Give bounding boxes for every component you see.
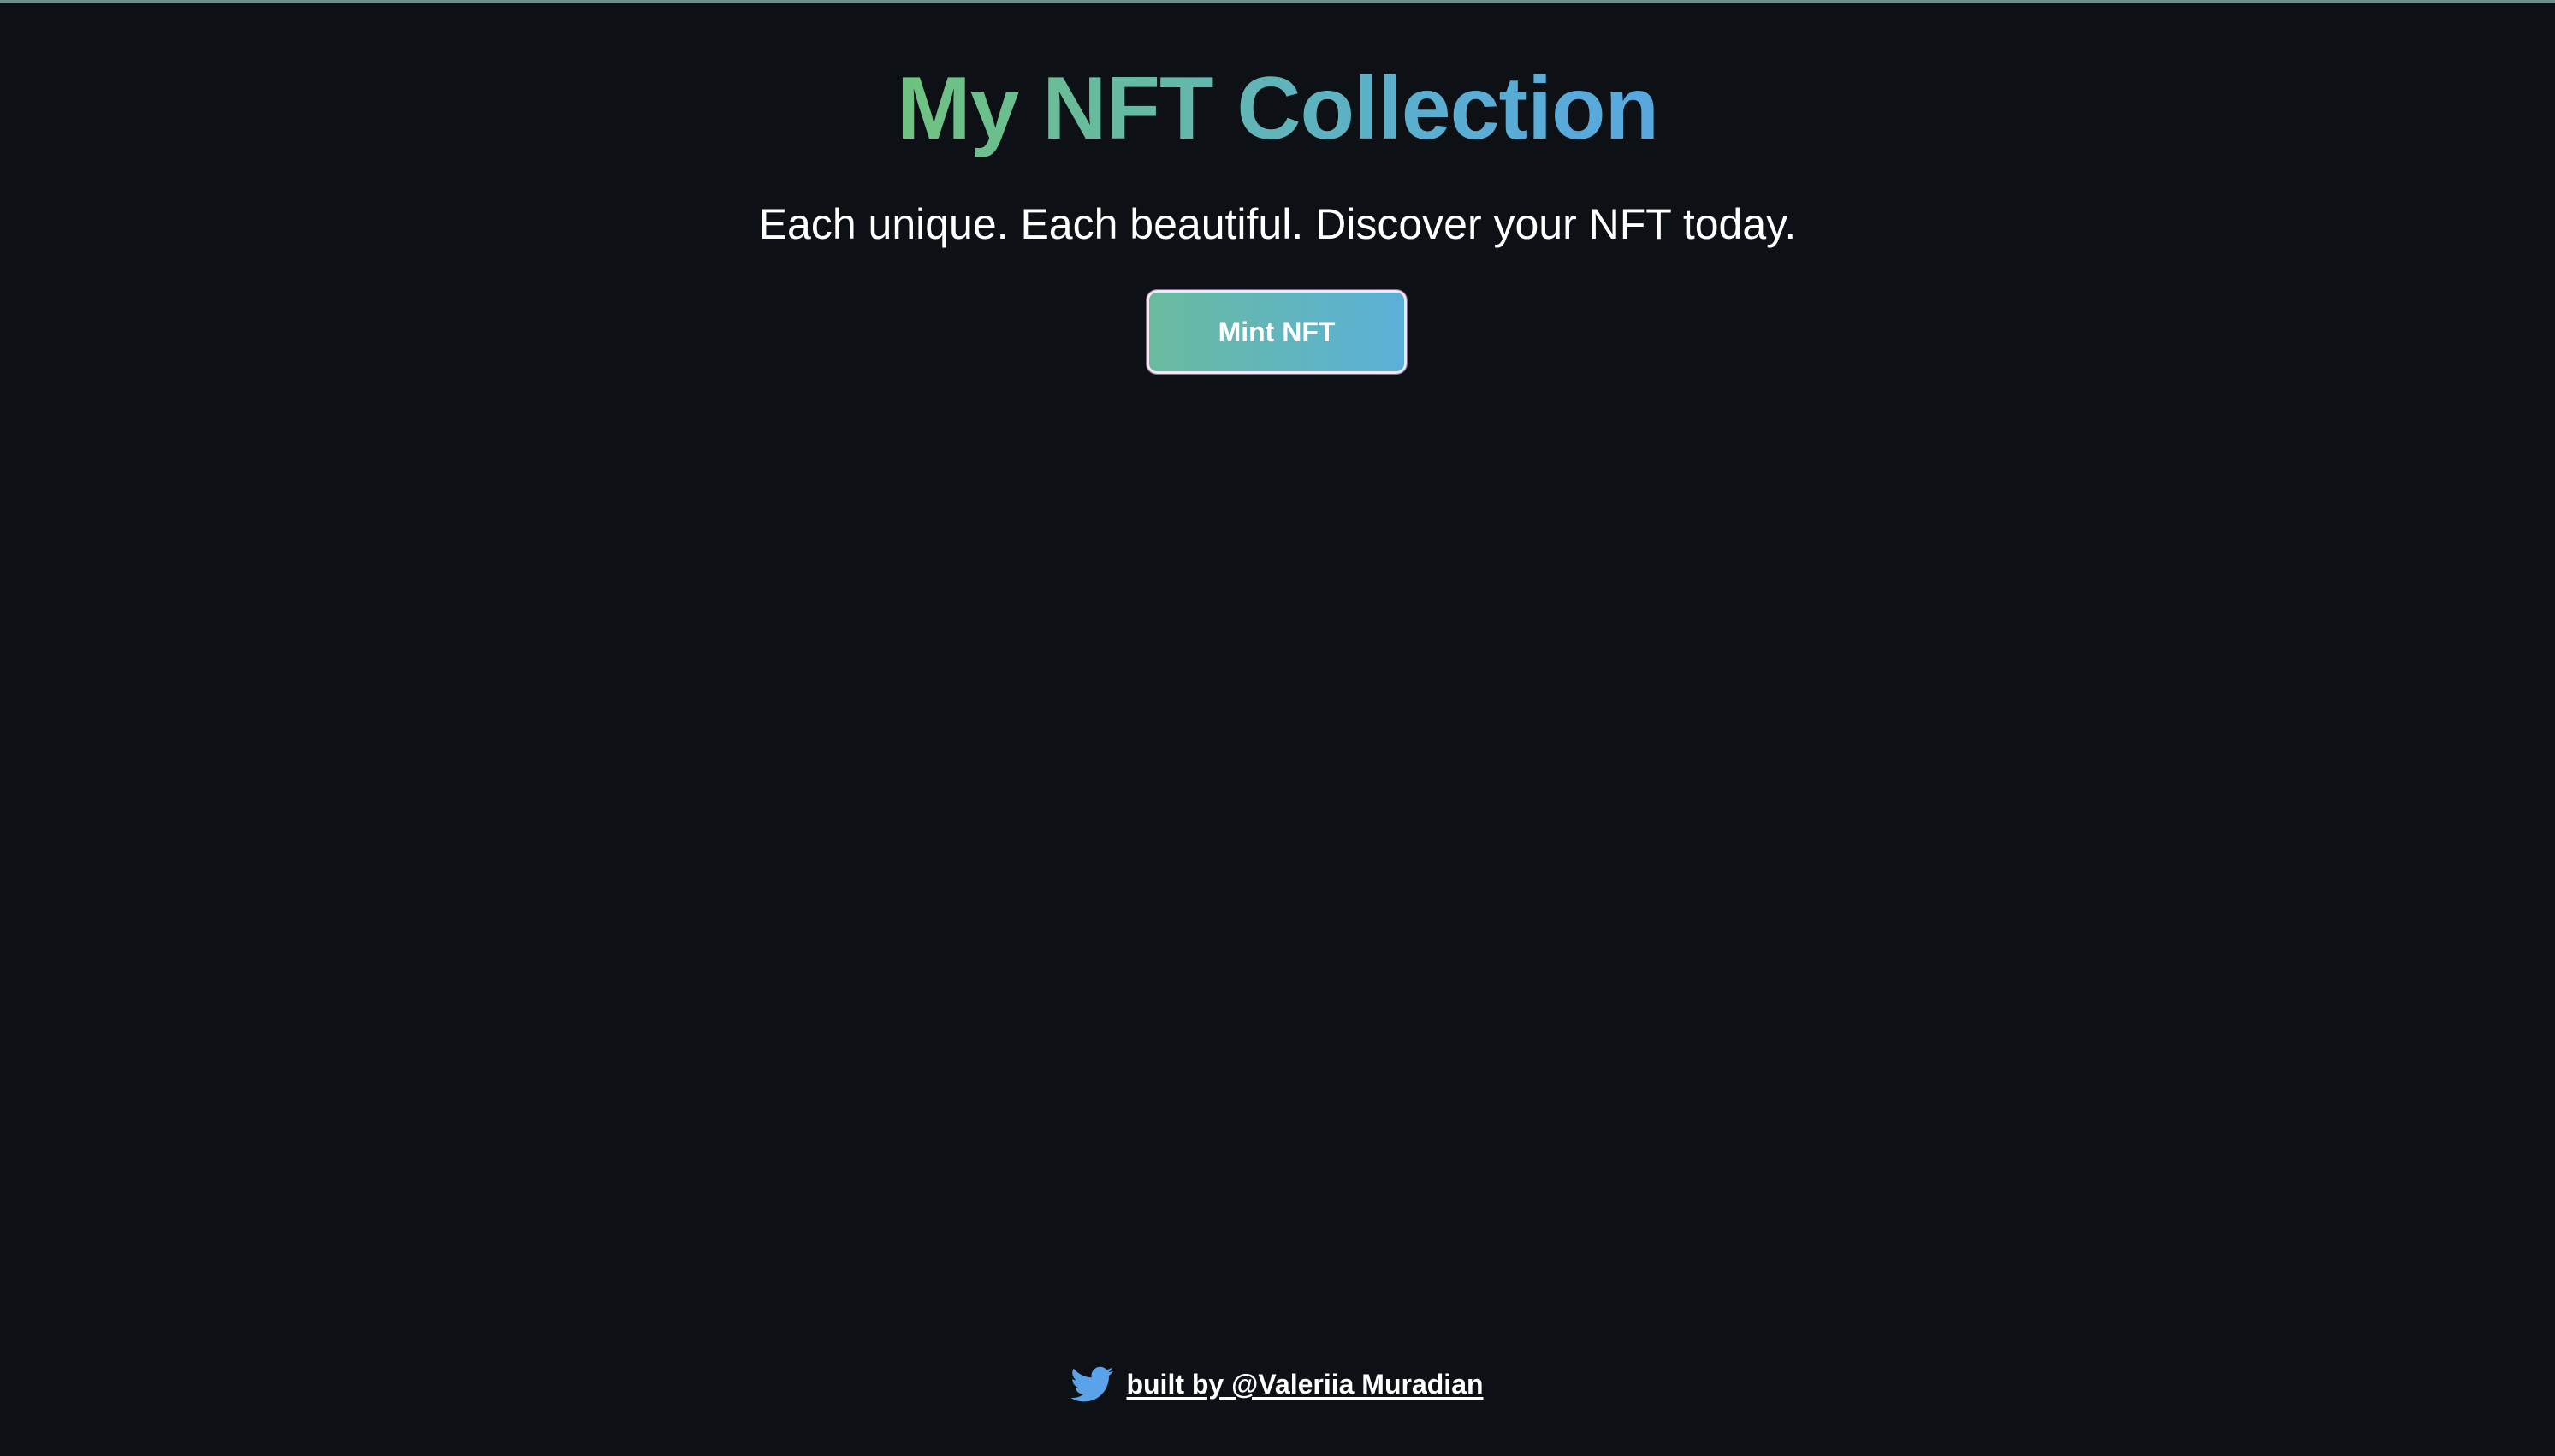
page-title-text: My NFT Collection — [896, 59, 1659, 158]
mint-nft-button[interactable]: Mint NFT — [1147, 290, 1407, 374]
page-subtitle: Each unique. Each beautiful. Discover yo… — [758, 200, 1797, 248]
twitter-icon — [1070, 1363, 1114, 1406]
page-title: My NFT Collection — [0, 57, 2555, 160]
footer: built by @Valeriia Muradian — [0, 1363, 2555, 1406]
author-credit-link[interactable]: built by @Valeriia Muradian — [1126, 1369, 1483, 1400]
